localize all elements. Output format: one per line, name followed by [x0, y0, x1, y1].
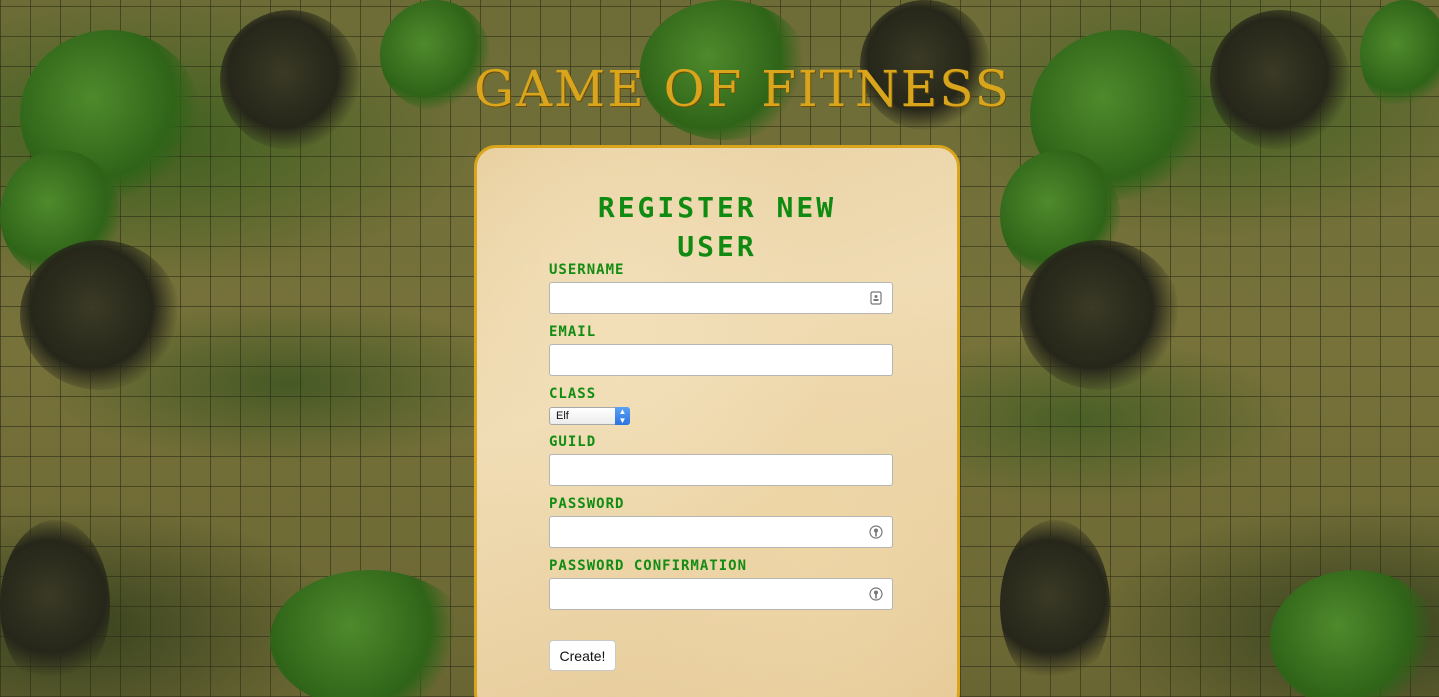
- password-confirmation-input[interactable]: [549, 578, 893, 610]
- background-tree: [1360, 0, 1439, 110]
- background-tree: [1020, 240, 1180, 390]
- username-input[interactable]: [549, 282, 893, 314]
- email-input[interactable]: [549, 344, 893, 376]
- background-tree: [0, 520, 110, 690]
- key-icon[interactable]: [869, 525, 883, 539]
- background-tree: [1000, 520, 1110, 690]
- form-title: REGISTER NEW USER: [597, 191, 837, 263]
- chevron-updown-icon: ▲ ▼: [615, 407, 630, 425]
- background-tree: [20, 240, 180, 390]
- email-label: EMAIL: [549, 324, 597, 340]
- class-label: CLASS: [549, 386, 597, 402]
- class-select[interactable]: Elf ▲ ▼: [549, 407, 630, 425]
- password-input[interactable]: [549, 516, 893, 548]
- app-logo: GAME OF FITNESS: [474, 60, 1011, 118]
- contact-card-icon[interactable]: [869, 291, 883, 305]
- background-tree: [1210, 10, 1350, 150]
- key-icon[interactable]: [869, 587, 883, 601]
- password-confirmation-label: PASSWORD CONFIRMATION: [549, 558, 748, 574]
- create-button[interactable]: Create!: [549, 640, 616, 671]
- password-label: PASSWORD: [549, 496, 625, 512]
- background-tree: [220, 10, 360, 150]
- guild-label: GUILD: [549, 434, 597, 450]
- guild-input[interactable]: [549, 454, 893, 486]
- background-tree: [270, 570, 470, 697]
- register-form: REGISTER NEW USER USERNAME EMAIL CLASS E…: [474, 145, 960, 697]
- username-label: USERNAME: [549, 262, 625, 278]
- class-select-value: Elf: [556, 410, 569, 422]
- background-tree: [1270, 570, 1439, 697]
